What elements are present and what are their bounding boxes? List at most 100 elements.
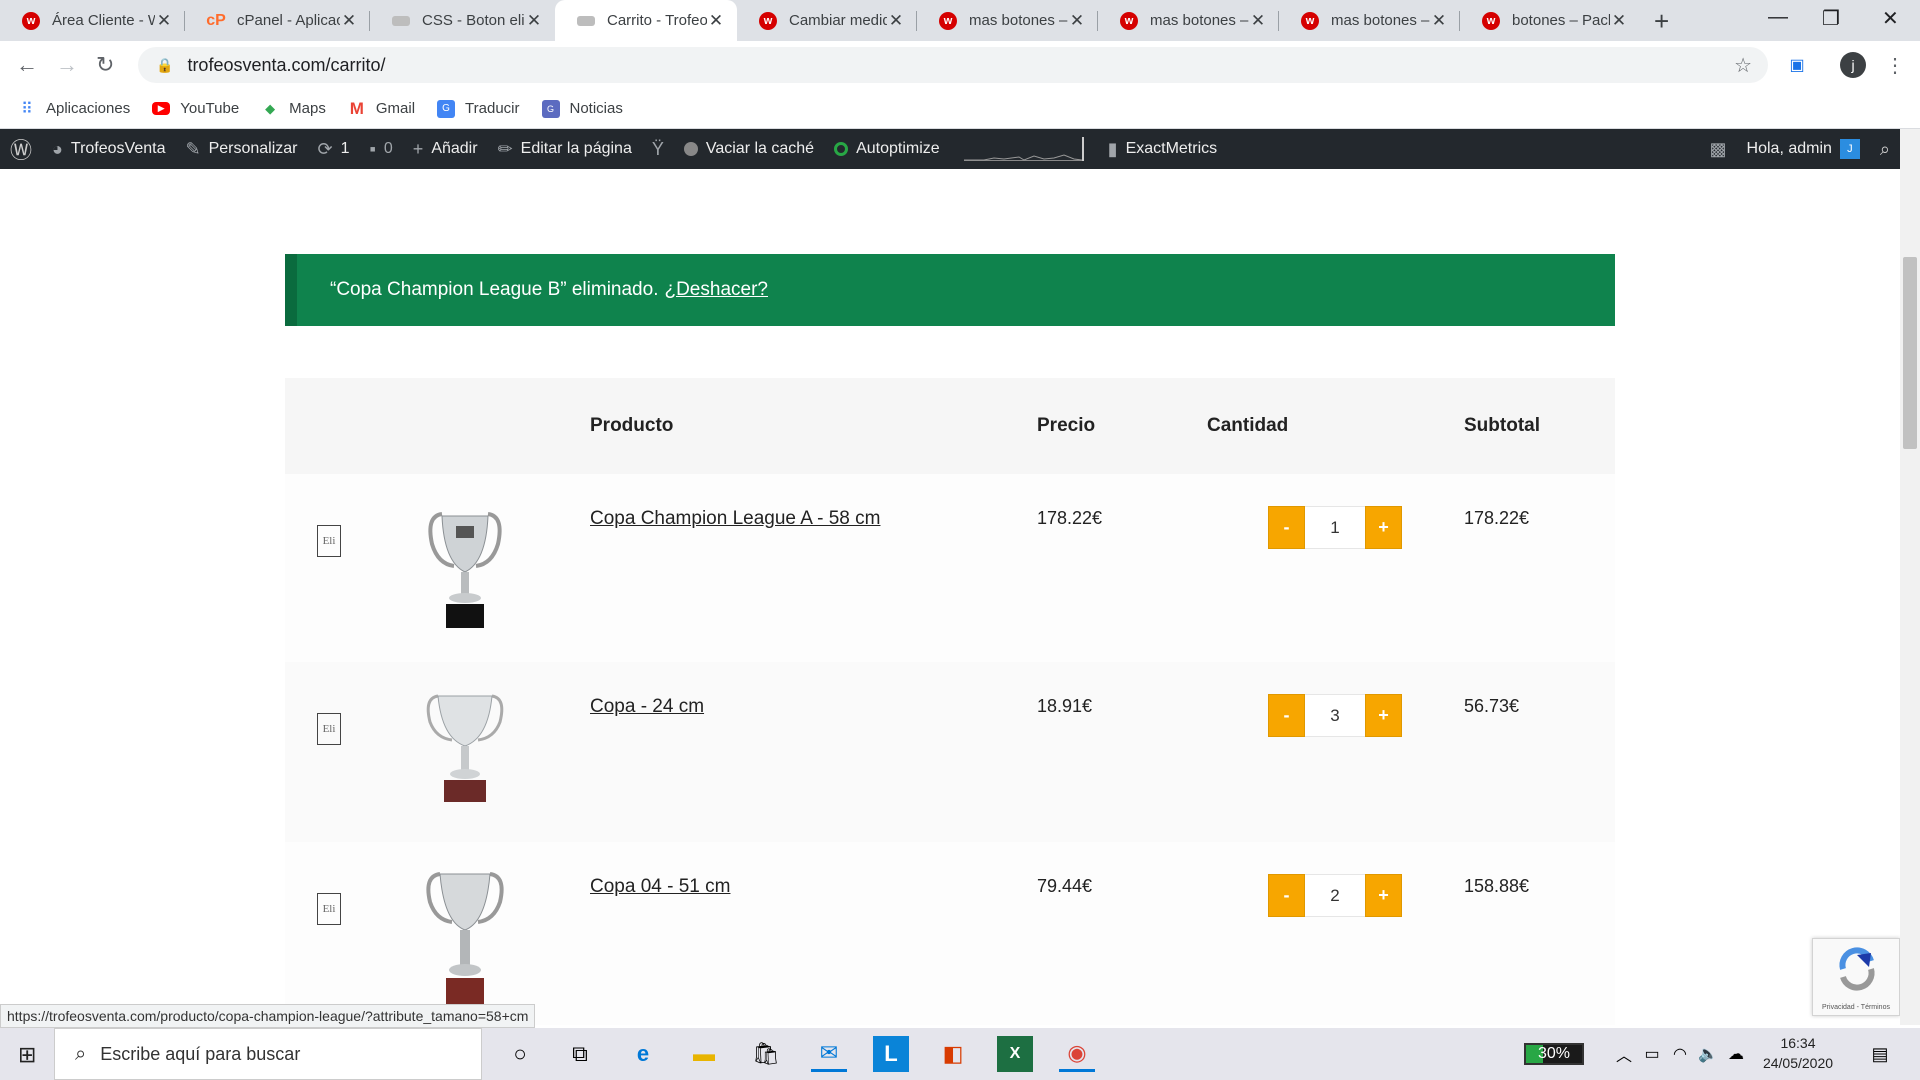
bookmark-news[interactable]: G Noticias	[541, 99, 623, 118]
profile-avatar[interactable]: j	[1840, 52, 1866, 78]
customize-link[interactable]: ✎ Personalizar	[175, 129, 307, 169]
system-clock[interactable]: 16:34 24/05/2020	[1762, 1033, 1834, 1073]
wordpress-logo[interactable]: Ⓦ	[0, 129, 42, 169]
bookmark-apps[interactable]: ⠿ Aplicaciones	[18, 100, 130, 118]
quantity-input[interactable]: 2	[1305, 874, 1365, 917]
chrome-icon[interactable]: ◉	[1059, 1036, 1095, 1072]
product-name-link[interactable]: Copa 04 - 51 cm	[590, 876, 730, 898]
close-tab-icon[interactable]: ✕	[1430, 11, 1448, 31]
browser-tab[interactable]: w mas botones – ✕	[1098, 0, 1279, 41]
decrease-quantity-button[interactable]: -	[1268, 874, 1305, 917]
bookmark-star-icon[interactable]: ☆	[1734, 53, 1752, 78]
browser-tab[interactable]: w Área Cliente - W ✕	[0, 0, 185, 41]
cart-table-header: Producto Precio Cantidad Subtotal	[285, 378, 1615, 474]
add-new-link[interactable]: + Añadir	[403, 129, 488, 169]
product-thumbnail[interactable]	[420, 688, 510, 806]
decrease-quantity-button[interactable]: -	[1268, 694, 1305, 737]
undo-link[interactable]: ¿Deshacer?	[664, 279, 768, 301]
edge-icon[interactable]: e	[625, 1036, 661, 1072]
menu-icon[interactable]: ⋮	[1880, 50, 1910, 80]
recaptcha-badge[interactable]: Privacidad - Términos	[1812, 938, 1900, 1016]
close-window-icon[interactable]: ✕	[1882, 6, 1899, 31]
browser-tab[interactable]: w botones – Pack ✕	[1460, 0, 1640, 41]
extension-icon[interactable]: ▣	[1782, 50, 1812, 80]
close-tab-icon[interactable]: ✕	[525, 11, 543, 31]
bookmark-gmail[interactable]: M Gmail	[348, 99, 416, 118]
account-menu[interactable]: Hola, admin J	[1737, 129, 1870, 169]
decrease-quantity-button[interactable]: -	[1268, 506, 1305, 549]
browser-tab[interactable]: CSS - Boton elir ✕	[370, 0, 555, 41]
increase-quantity-button[interactable]: +	[1365, 874, 1402, 917]
clear-cache-link[interactable]: Vaciar la caché	[674, 129, 824, 169]
close-tab-icon[interactable]: ✕	[1610, 11, 1628, 31]
edit-page-label: Editar la página	[520, 140, 632, 157]
taskbar-search[interactable]: ⌕ Escribe aquí para buscar	[54, 1028, 482, 1080]
autoptimize-link[interactable]: Autoptimize	[824, 129, 950, 169]
remove-item-button[interactable]: Eli	[317, 713, 341, 745]
exactmetrics-link[interactable]: ▮ ExactMetrics	[1098, 129, 1227, 169]
bookmark-translate[interactable]: G Traducir	[437, 99, 520, 118]
back-icon[interactable]: ←	[16, 52, 38, 78]
header-subtotal: Subtotal	[1464, 415, 1540, 436]
quantity-input[interactable]: 3	[1305, 694, 1365, 737]
increase-quantity-button[interactable]: +	[1365, 694, 1402, 737]
battery-indicator[interactable]: 30%	[1524, 1043, 1584, 1065]
reload-icon[interactable]: ↻	[96, 52, 114, 78]
product-thumbnail[interactable]	[420, 866, 510, 1006]
notifications-link[interactable]: ▩	[1700, 129, 1737, 169]
traffic-sparkline[interactable]	[963, 137, 1084, 161]
remove-item-button[interactable]: Eli	[317, 525, 341, 557]
browser-tab[interactable]: w Cambiar medid ✕	[737, 0, 917, 41]
product-name-link[interactable]: Copa - 24 cm	[590, 696, 704, 718]
new-tab-icon[interactable]: +	[1654, 6, 1669, 37]
remove-item-button[interactable]: Eli	[317, 893, 341, 925]
browser-tab[interactable]: w mas botones – ✕	[1279, 0, 1460, 41]
address-bar[interactable]: 🔒 trofeosventa.com/carrito/ ☆	[138, 47, 1768, 83]
close-tab-icon[interactable]: ✕	[1249, 11, 1267, 31]
excel-icon[interactable]: X	[997, 1036, 1033, 1072]
scrollbar-thumb[interactable]	[1903, 257, 1917, 449]
close-tab-icon[interactable]: ✕	[340, 11, 358, 31]
increase-quantity-button[interactable]: +	[1365, 506, 1402, 549]
header-product: Producto	[590, 415, 674, 436]
page-scrollbar[interactable]	[1900, 129, 1920, 1025]
css-icon	[577, 15, 595, 26]
recaptcha-icon	[1839, 947, 1875, 991]
lightroom-icon[interactable]: L	[873, 1036, 909, 1072]
bookmark-label: Gmail	[375, 100, 416, 117]
news-icon: G	[541, 99, 560, 118]
quantity-input[interactable]: 1	[1305, 506, 1365, 549]
task-view-icon[interactable]: ⧉	[562, 1036, 598, 1072]
product-name-link[interactable]: Copa Champion League A - 58 cm	[590, 508, 880, 530]
bookmark-youtube[interactable]: ▶ YouTube	[152, 100, 239, 117]
minimize-icon[interactable]: —	[1768, 6, 1788, 29]
store-icon[interactable]: 🛍	[748, 1036, 784, 1072]
site-name-link[interactable]: ◕ TrofeosVenta	[42, 129, 175, 169]
browser-tab[interactable]: w mas botones – ✕	[917, 0, 1098, 41]
edit-page-link[interactable]: ✏ Editar la página	[488, 129, 642, 169]
forward-icon[interactable]: →	[56, 52, 78, 78]
mail-icon[interactable]: ✉	[811, 1036, 847, 1072]
close-tab-icon[interactable]: ✕	[887, 11, 905, 31]
greeting: Hola, admin	[1746, 140, 1832, 157]
bookmark-maps[interactable]: ◆ Maps	[261, 100, 326, 118]
product-thumbnail[interactable]	[420, 504, 510, 632]
cortana-icon[interactable]: ○	[502, 1036, 538, 1072]
office-icon[interactable]: ◧	[935, 1036, 971, 1072]
close-tab-icon[interactable]: ✕	[1068, 11, 1086, 31]
comments-link[interactable]: ▪ 0	[360, 129, 403, 169]
admin-search[interactable]: ⌕	[1870, 129, 1900, 169]
browser-tab-active[interactable]: Carrito - Trofeo ✕	[555, 0, 737, 41]
bookmark-label: Traducir	[465, 100, 520, 117]
close-tab-icon[interactable]: ✕	[155, 11, 173, 31]
close-tab-icon[interactable]: ✕	[707, 11, 725, 31]
yoast-menu[interactable]: Ÿ	[642, 129, 674, 169]
notifications-icon[interactable]: ▤	[1862, 1036, 1898, 1072]
restore-icon[interactable]: ❐	[1822, 6, 1840, 31]
recaptcha-privacy-text[interactable]: Privacidad - Términos	[1813, 1004, 1899, 1011]
windows-start-icon[interactable]: ⊞	[18, 1042, 36, 1068]
updates-link[interactable]: ⟳ 1	[308, 129, 360, 169]
browser-tab[interactable]: cP cPanel - Aplicac ✕	[185, 0, 370, 41]
file-explorer-icon[interactable]: ▬	[686, 1036, 722, 1072]
onedrive-icon[interactable]: ☁	[1718, 1036, 1754, 1072]
